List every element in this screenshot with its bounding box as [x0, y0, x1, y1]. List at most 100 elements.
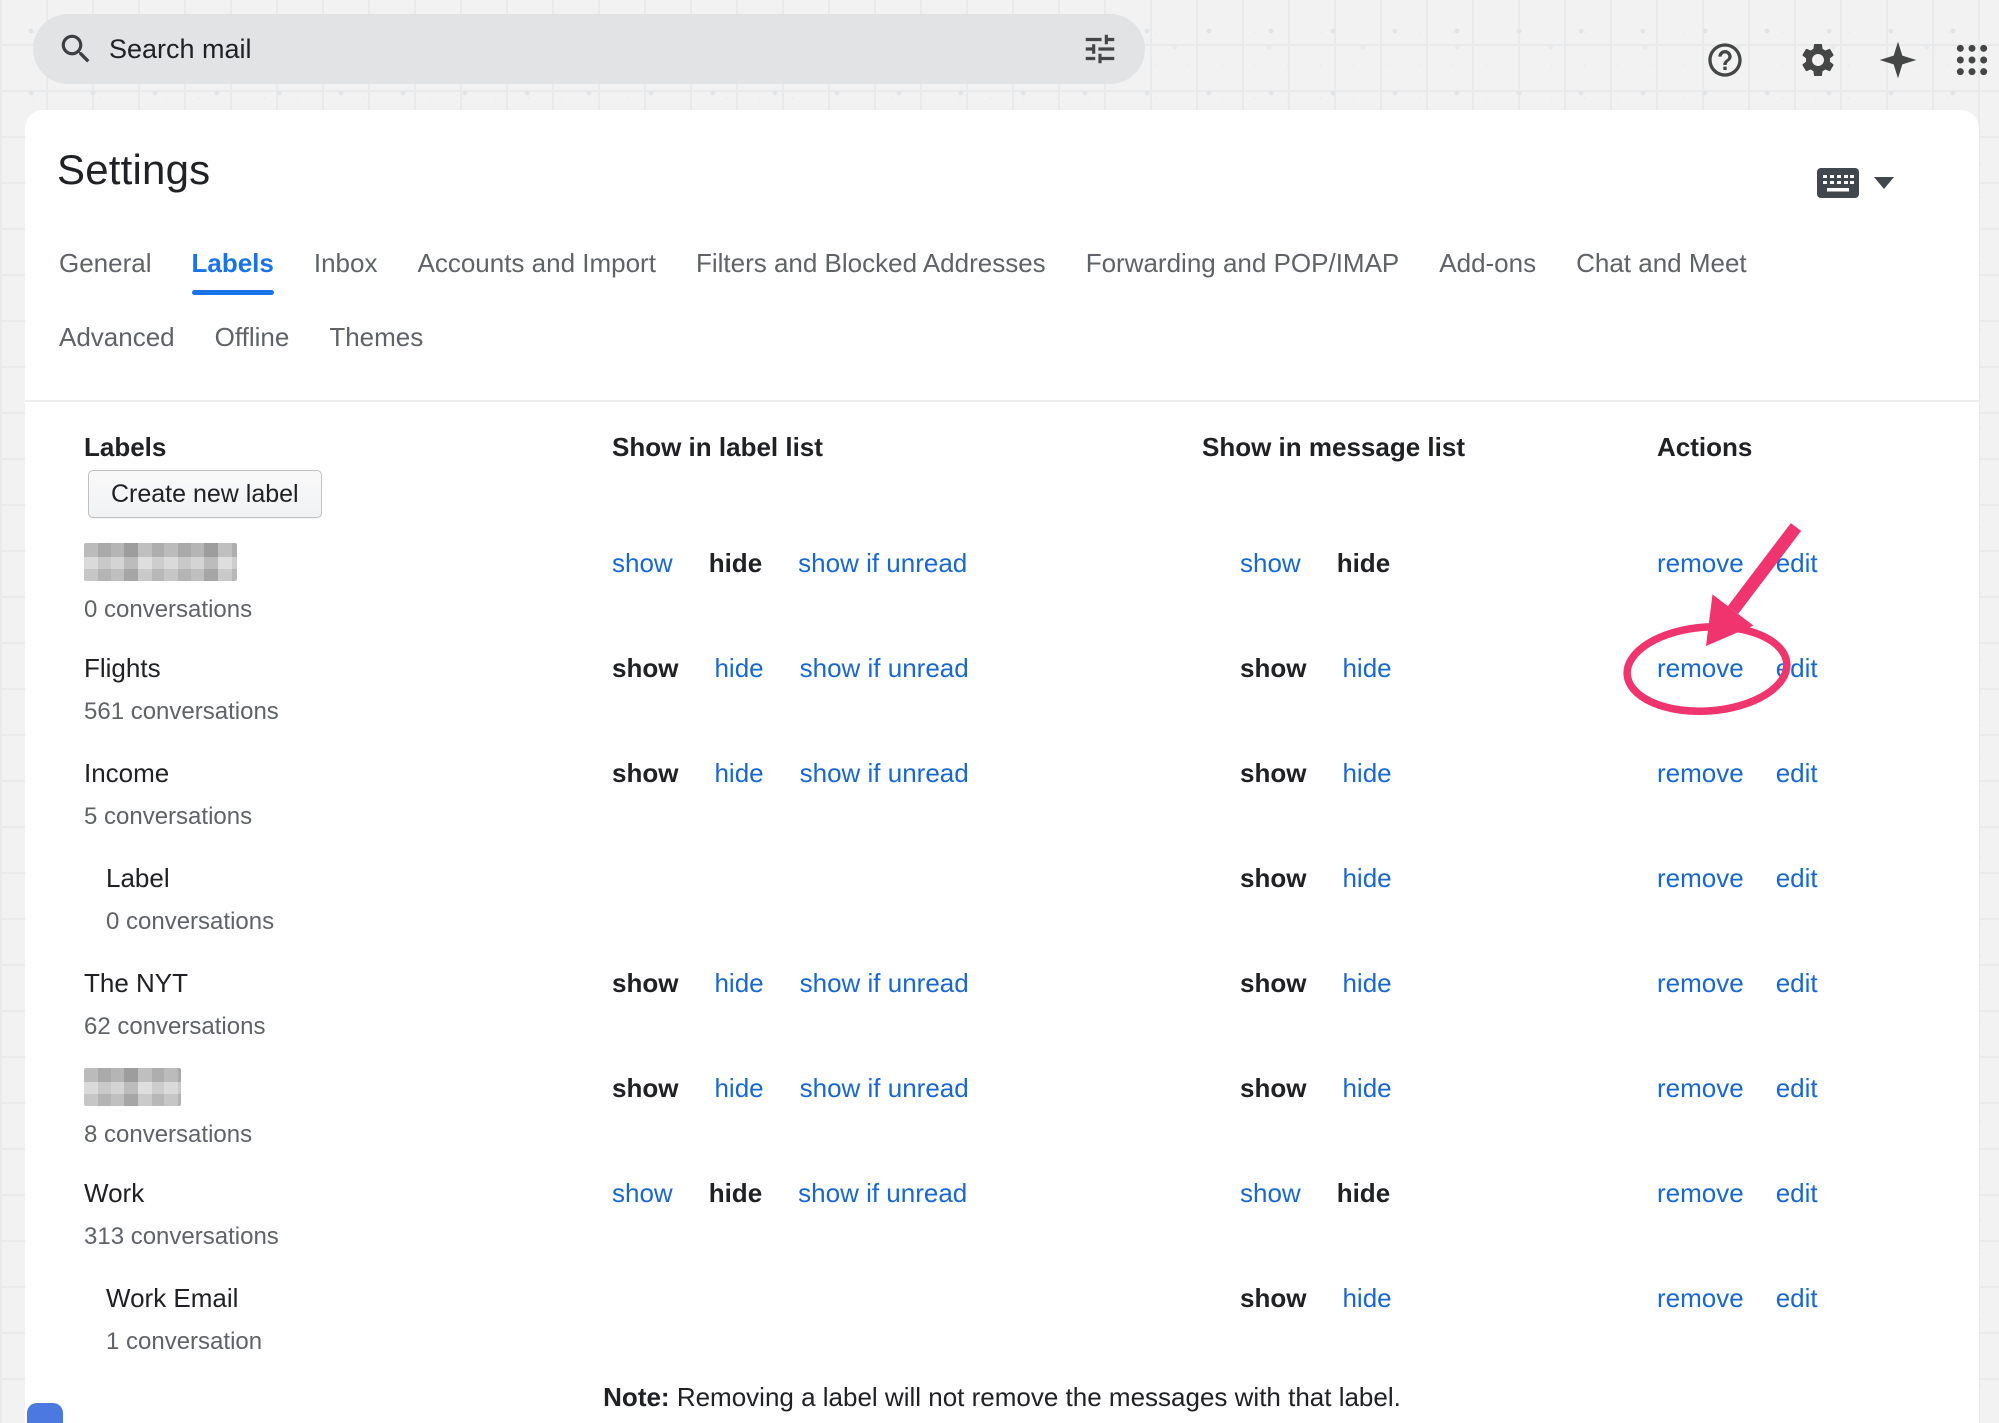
chevron-down-icon[interactable]	[1873, 176, 1895, 190]
message-list-show-link[interactable]: show	[1240, 548, 1301, 578]
message-list-show-selected: show	[1240, 1283, 1306, 1313]
tab-chat-and-meet[interactable]: Chat and Meet	[1576, 248, 1747, 295]
message-list-hide-link[interactable]: hide	[1342, 863, 1391, 893]
search-filters-tune-icon[interactable]	[1081, 30, 1119, 68]
label-list-show-if-unread-link[interactable]: show if unread	[800, 758, 969, 788]
show-in-message-list-cell: show hide	[1202, 1283, 1657, 1313]
label-list-options: showhideshow if unread	[612, 968, 1202, 998]
label-name-text: Label	[106, 863, 170, 893]
label-list-show-if-unread-link[interactable]: show if unread	[798, 1178, 967, 1208]
label-list-hide-link[interactable]: hide	[714, 653, 763, 683]
action-remove-link[interactable]: remove	[1657, 1178, 1744, 1208]
action-remove-link[interactable]: remove	[1657, 1283, 1744, 1313]
action-edit-link[interactable]: edit	[1776, 548, 1818, 578]
label-list-show-if-unread-link[interactable]: show if unread	[798, 548, 967, 578]
labels-column-header: Labels	[84, 432, 612, 463]
action-edit-link[interactable]: edit	[1776, 968, 1818, 998]
message-list-show-selected: show	[1240, 758, 1306, 788]
message-list-hide-link[interactable]: hide	[1342, 1073, 1391, 1103]
actions-cell: remove edit	[1657, 1073, 1969, 1103]
message-list-show-link[interactable]: show	[1240, 1178, 1301, 1208]
label-name-text: Work	[84, 1178, 144, 1208]
note-text: Removing a label will not remove the mes…	[670, 1382, 1401, 1412]
action-remove-link[interactable]: remove	[1657, 863, 1744, 893]
search-icon[interactable]	[57, 30, 95, 68]
show-in-label-list-cell: show hide show if unread	[612, 1178, 1202, 1208]
action-edit-link[interactable]: edit	[1776, 1073, 1818, 1103]
label-list-show-selected: show	[612, 653, 678, 683]
message-list-column-header: Show in message list	[1202, 432, 1657, 463]
tab-offline[interactable]: Offline	[215, 322, 290, 369]
label-cell: Label 0 conversations	[84, 863, 612, 936]
message-list-show-selected: show	[1240, 863, 1306, 893]
labels-table-header: Labels Show in label list Show in messag…	[84, 432, 1969, 463]
action-remove-link[interactable]: remove	[1657, 1073, 1744, 1103]
tab-inbox[interactable]: Inbox	[314, 248, 378, 295]
show-in-label-list-cell: show hide show if unread	[612, 758, 1202, 788]
conversation-count: 0 conversations	[84, 596, 612, 624]
label-cell: The NYT62 conversations	[84, 968, 612, 1041]
message-list-hide-link[interactable]: hide	[1342, 968, 1391, 998]
action-remove-link[interactable]: remove	[1657, 653, 1744, 683]
label-cell: Flights561 conversations	[84, 653, 612, 726]
tab-add-ons[interactable]: Add-ons	[1439, 248, 1536, 295]
tab-general[interactable]: General	[59, 248, 152, 295]
tab-filters-and-blocked-addresses[interactable]: Filters and Blocked Addresses	[696, 248, 1046, 295]
action-edit-link[interactable]: edit	[1776, 1178, 1818, 1208]
action-edit-link[interactable]: edit	[1776, 1283, 1818, 1313]
label-list-show-link[interactable]: show	[612, 548, 673, 578]
label-list-show-if-unread-link[interactable]: show if unread	[800, 1073, 969, 1103]
action-edit-link[interactable]: edit	[1776, 758, 1818, 788]
message-list-hide-link[interactable]: hide	[1342, 1283, 1391, 1313]
label-list-options: show hide show if unread	[612, 548, 1202, 578]
bottom-left-blue-chip	[27, 1403, 63, 1423]
label-list-hide-link[interactable]: hide	[714, 758, 763, 788]
label-list-hide-selected: hide	[709, 1178, 762, 1208]
settings-gear-icon[interactable]	[1798, 40, 1838, 80]
actions-cell: remove edit	[1657, 758, 1969, 788]
show-in-label-list-cell: show hide show if unread	[612, 653, 1202, 683]
label-name-text: Flights	[84, 653, 161, 683]
actions-cell: remove edit	[1657, 548, 1969, 578]
label-list-show-if-unread-link[interactable]: show if unread	[800, 653, 969, 683]
table-row-flights: Flights561 conversationsshow hide show if …	[84, 653, 1969, 758]
tab-accounts-and-import[interactable]: Accounts and Import	[417, 248, 655, 295]
message-list-hide-link[interactable]: hide	[1342, 758, 1391, 788]
label-list-show-if-unread-link[interactable]: show if unread	[800, 968, 969, 998]
tab-advanced[interactable]: Advanced	[59, 322, 175, 369]
gemini-sparkle-icon[interactable]	[1878, 40, 1918, 80]
label-list-options: showhideshow if unread	[612, 1073, 1202, 1103]
show-in-message-list-cell: show hide	[1202, 1178, 1657, 1208]
conversation-count: 0 conversations	[84, 908, 612, 936]
action-edit-link[interactable]: edit	[1776, 863, 1818, 893]
action-remove-link[interactable]: remove	[1657, 968, 1744, 998]
search-input[interactable]: Search mail	[33, 14, 1145, 84]
keyboard-icon[interactable]	[1817, 168, 1859, 198]
message-list-hide-link[interactable]: hide	[1342, 653, 1391, 683]
actions-cell: remove edit	[1657, 968, 1969, 998]
input-tools-control[interactable]	[1817, 168, 1895, 198]
label-list-hide-link[interactable]: hide	[714, 968, 763, 998]
label-list-hide-link[interactable]: hide	[714, 1073, 763, 1103]
create-new-label-button[interactable]: Create new label	[88, 470, 322, 518]
label-cell: Work Email1 conversation	[84, 1283, 612, 1356]
actions-cell: remove edit	[1657, 1283, 1969, 1313]
action-remove-link[interactable]: remove	[1657, 758, 1744, 788]
label-name-text: The NYT	[84, 968, 188, 998]
tab-labels[interactable]: Labels	[192, 248, 274, 295]
label-list-hide-selected: hide	[709, 548, 762, 578]
message-list-options: show hide	[1202, 758, 1657, 788]
label-list-show-link[interactable]: show	[612, 1178, 673, 1208]
top-bar: Search mail	[0, 0, 1999, 110]
settings-panel: Settings GeneralLabelsInboxAccounts and …	[25, 110, 1979, 1423]
labels-table-body: 0 conversationsshowhideshow if unreadsho…	[84, 548, 1969, 1388]
tab-forwarding-and-pop-imap[interactable]: Forwarding and POP/IMAP	[1086, 248, 1400, 295]
tab-themes[interactable]: Themes	[329, 322, 423, 369]
message-list-hide-selected: hide	[1337, 1178, 1390, 1208]
action-edit-link[interactable]: edit	[1776, 653, 1818, 683]
label-list-show-selected: show	[612, 758, 678, 788]
action-remove-link[interactable]: remove	[1657, 548, 1744, 578]
conversation-count: 8 conversations	[84, 1121, 612, 1149]
help-icon[interactable]	[1705, 40, 1745, 80]
google-apps-grid-icon[interactable]	[1952, 40, 1992, 80]
